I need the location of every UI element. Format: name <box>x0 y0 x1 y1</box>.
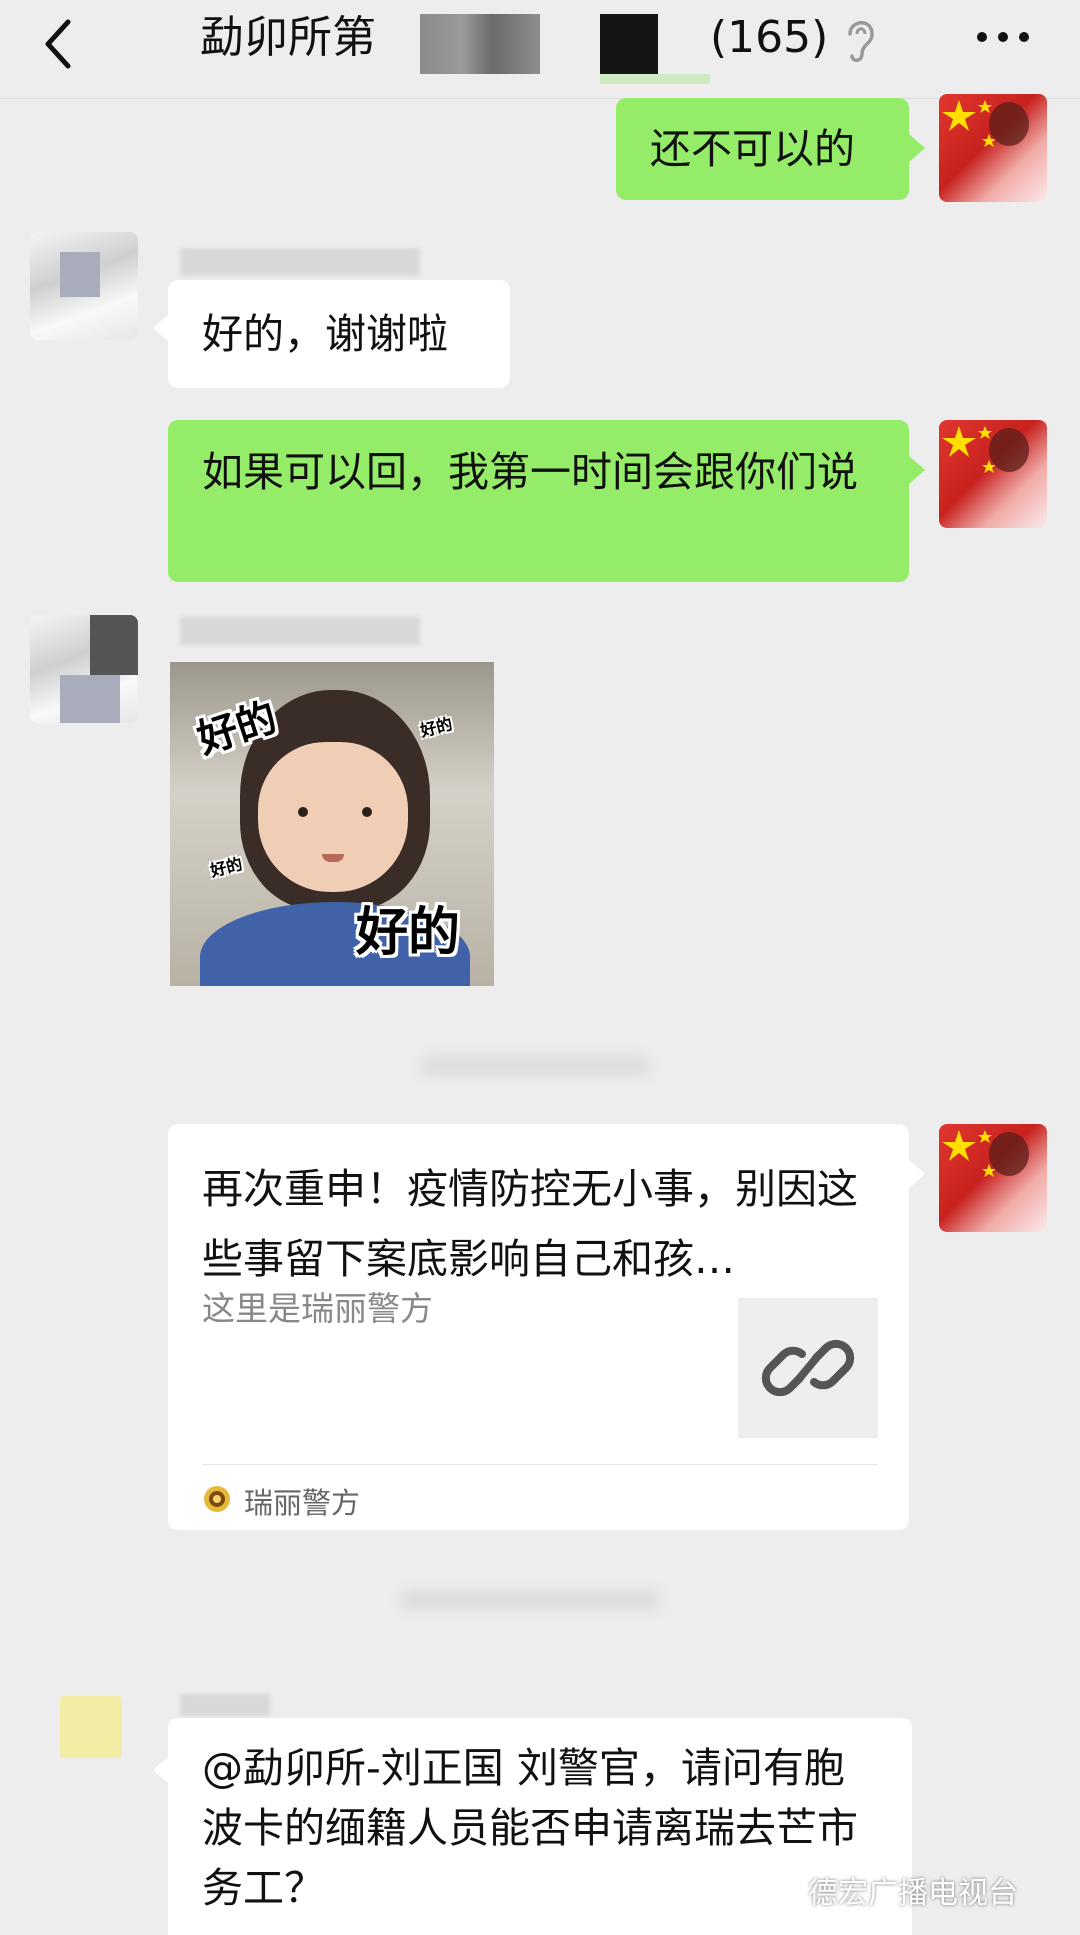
avatar-member[interactable] <box>30 232 138 340</box>
sender-name-redacted <box>180 1694 270 1716</box>
sticker-face <box>258 742 408 892</box>
redacted-block <box>600 74 710 84</box>
avatar-member[interactable] <box>60 1696 122 1758</box>
link-thumbnail <box>738 1298 878 1438</box>
back-chevron-icon[interactable] <box>38 14 78 74</box>
message-text: 还不可以的 <box>650 125 855 173</box>
bubble-tail <box>909 1160 925 1188</box>
watermark: 德宏广播电视台 <box>808 1876 1018 1911</box>
link-card[interactable]: 再次重申！疫情防控无小事，别因这些事留下案底影响自己和孩… 这里是瑞丽警方 瑞丽… <box>168 1124 909 1530</box>
avatar-self[interactable] <box>939 420 1047 528</box>
chat-title: 勐卯所第 <box>200 12 376 63</box>
sticker-caption: 好的 <box>356 903 461 963</box>
message-text: @勐卯所-刘正国 刘警官，请问有胞波卡的缅籍人员能否申请离瑞去芒市务工？ <box>202 1744 858 1912</box>
message-text: 如果可以回，我第一时间会跟你们说 <box>202 448 858 496</box>
sticker-eye <box>298 807 308 817</box>
redacted-block <box>420 14 540 74</box>
chat-header: 勐卯所第 (165) <box>0 0 1080 99</box>
message-bubble-received[interactable]: 好的，谢谢啦 <box>168 280 510 388</box>
avatar-self[interactable] <box>939 94 1047 202</box>
bubble-tail <box>153 314 169 342</box>
timestamp-redacted <box>420 1056 650 1076</box>
redacted-block <box>600 14 658 74</box>
avatar-self[interactable] <box>939 1124 1047 1232</box>
ear-icon[interactable] <box>842 14 878 66</box>
sticker-caption: 好的 <box>418 714 455 741</box>
wechat-logo-icon <box>770 1873 803 1900</box>
bubble-tail <box>909 456 925 484</box>
link-card-description: 这里是瑞丽警方 <box>202 1289 433 1328</box>
sticker-image[interactable]: 好的 好的 好的 好的 <box>170 662 494 986</box>
message-bubble-received[interactable]: @勐卯所-刘正国 刘警官，请问有胞波卡的缅籍人员能否申请离瑞去芒市务工？ <box>168 1718 912 1935</box>
police-badge-icon <box>204 1486 230 1512</box>
member-count: (165) <box>710 12 829 63</box>
sender-name-redacted <box>180 617 420 645</box>
link-icon <box>761 1339 855 1397</box>
message-bubble-sent[interactable]: 如果可以回，我第一时间会跟你们说 <box>168 420 909 582</box>
message-text: 好的，谢谢啦 <box>202 310 448 358</box>
sticker-eye <box>362 807 372 817</box>
timestamp-redacted <box>400 1590 660 1610</box>
flag-star-icon <box>942 100 1029 147</box>
flag-star-icon <box>942 426 1029 473</box>
bubble-tail <box>153 1756 169 1784</box>
sticker-caption: 好的 <box>208 854 245 881</box>
flag-star-icon <box>942 1130 1029 1177</box>
message-bubble-sent[interactable]: 还不可以的 <box>616 98 909 200</box>
sender-name-redacted <box>180 248 420 276</box>
link-card-source: 瑞丽警方 <box>244 1486 361 1520</box>
bubble-tail <box>909 134 925 162</box>
divider <box>202 1464 878 1465</box>
avatar-member[interactable] <box>30 615 138 723</box>
link-card-title: 再次重申！疫情防控无小事，别因这些事留下案底影响自己和孩… <box>202 1165 858 1283</box>
more-icon[interactable] <box>975 30 1031 44</box>
